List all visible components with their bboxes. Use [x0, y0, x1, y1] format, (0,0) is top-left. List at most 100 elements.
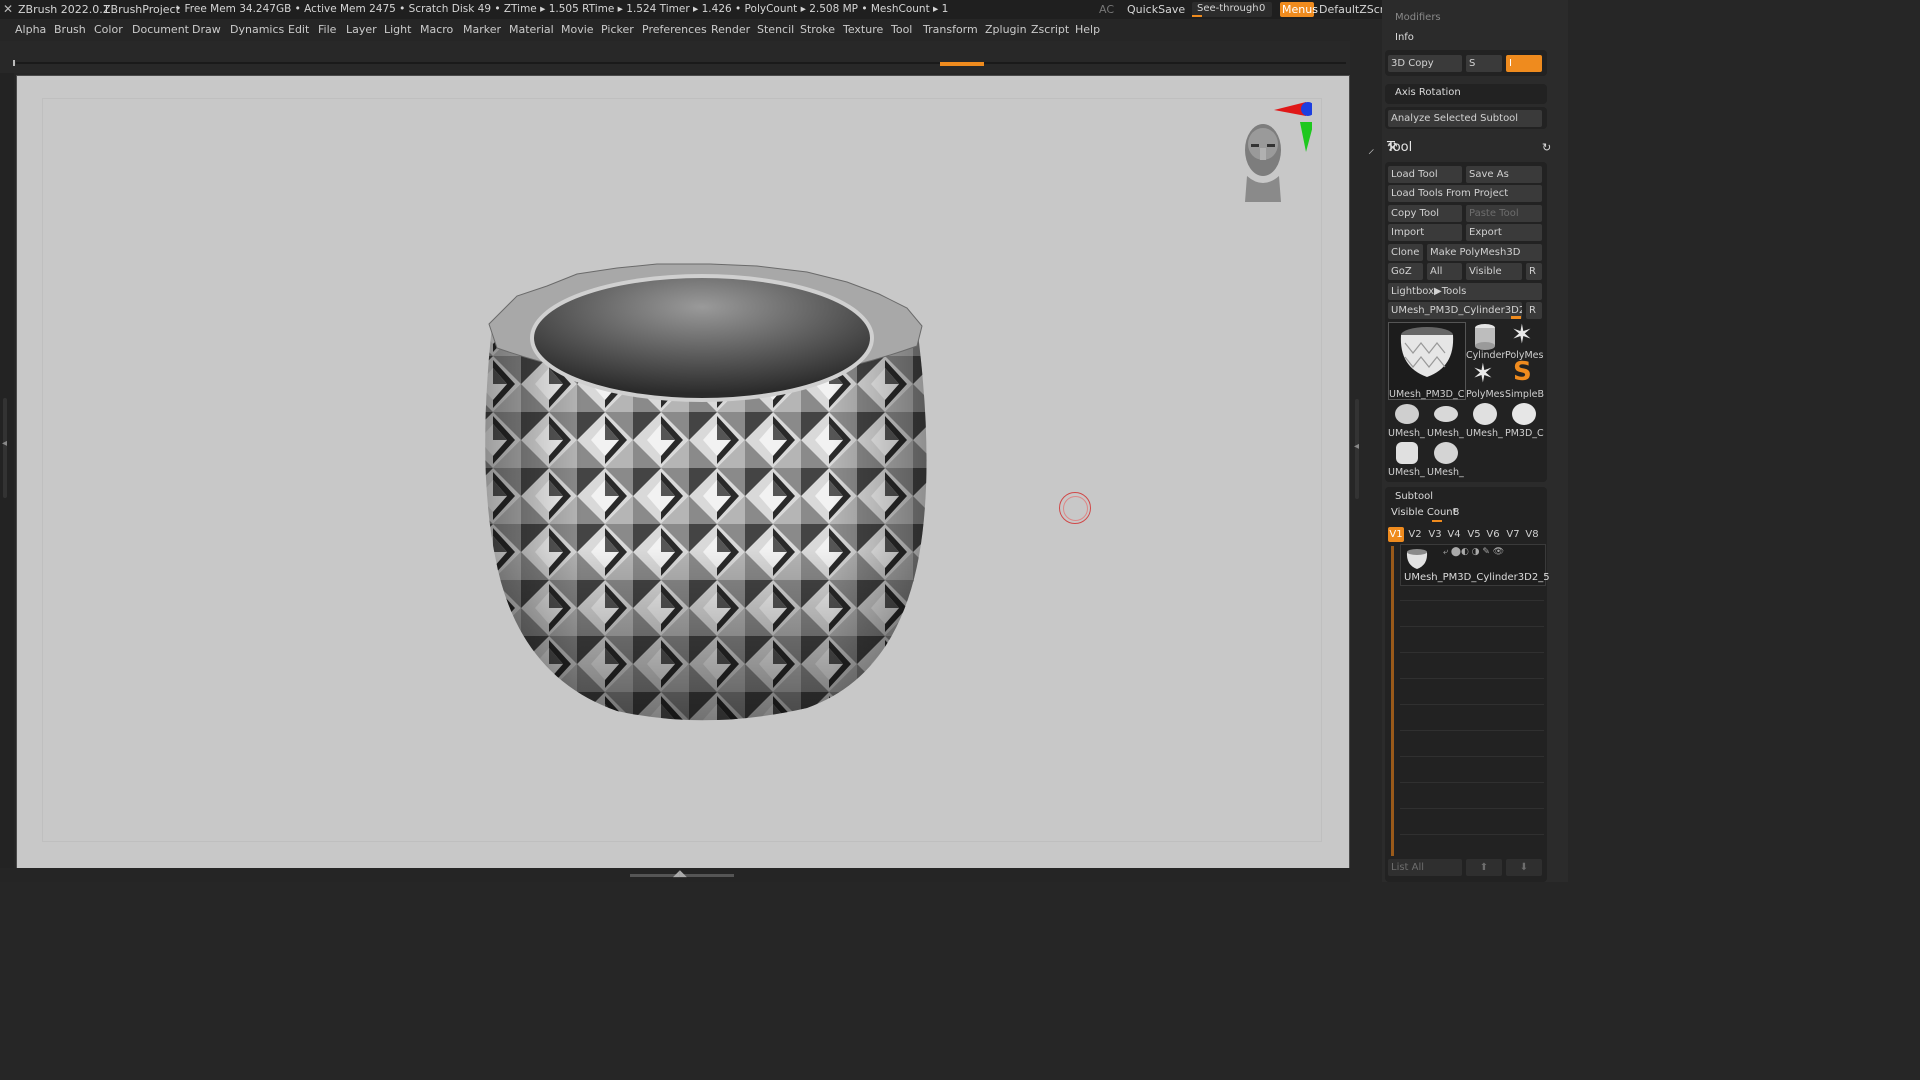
move-down-icon[interactable]: ⬇	[1506, 859, 1542, 876]
menu-edit[interactable]: Edit	[288, 23, 309, 36]
goz-visible-button[interactable]: Visible	[1466, 263, 1522, 280]
menu-brush[interactable]: Brush	[54, 23, 86, 36]
menu-movie[interactable]: Movie	[561, 23, 594, 36]
info-header[interactable]: Info	[1395, 32, 1414, 43]
tool-thumb-simpleb[interactable]: S SimpleB	[1505, 357, 1544, 400]
tool-thumb-umesh-2-label: UMesh_	[1427, 428, 1464, 439]
refresh-icon[interactable]: ↻	[1542, 141, 1551, 154]
visibility-set-v5[interactable]: V5	[1466, 527, 1482, 542]
subtool-divider	[1400, 626, 1544, 627]
menus-toggle[interactable]: Menus	[1280, 2, 1318, 17]
menu-macro[interactable]: Macro	[420, 23, 453, 36]
menu-transform[interactable]: Transform	[923, 23, 978, 36]
menu-marker[interactable]: Marker	[463, 23, 501, 36]
s-button[interactable]: S	[1466, 55, 1502, 72]
visibility-set-v7[interactable]: V7	[1505, 527, 1521, 542]
subtool-list-item[interactable]: ⤶ ⬤◐ ◑ ✎ 👁 UMesh_PM3D_Cylinder3D2_5	[1400, 544, 1550, 586]
tool-thumb-polymesh-1[interactable]: ✶ PolyMes	[1505, 320, 1543, 361]
zbrush-logo-icon: ✕	[3, 2, 14, 16]
import-button[interactable]: Import	[1388, 224, 1462, 241]
menu-stroke[interactable]: Stroke	[800, 23, 835, 36]
ac-toggle[interactable]: AC	[1099, 3, 1114, 16]
menu-zplugin[interactable]: Zplugin	[985, 23, 1027, 36]
visibility-set-v6[interactable]: V6	[1485, 527, 1501, 542]
tool-title[interactable]: Tool	[1387, 140, 1412, 155]
load-from-project-button[interactable]: Load Tools From Project	[1388, 185, 1542, 202]
current-tool-r-button[interactable]: R	[1526, 302, 1542, 319]
quicksave-button[interactable]: QuickSave	[1127, 3, 1185, 16]
goz-r-button[interactable]: R	[1526, 263, 1542, 280]
i-button[interactable]: I	[1506, 55, 1542, 72]
lightbox-tools-button[interactable]: Lightbox▶Tools	[1388, 283, 1542, 300]
pot-thumb-icon	[1400, 327, 1454, 377]
menu-help[interactable]: Help	[1075, 23, 1100, 36]
tool-thumb-main[interactable]: UMesh_PM3D_C	[1388, 322, 1466, 400]
visibility-set-v1[interactable]: V1	[1388, 527, 1404, 542]
memory-stats: • Free Mem 34.247GB • Active Mem 2475 • …	[175, 3, 949, 15]
tool-thumb-umesh-5[interactable]: UMesh_	[1427, 439, 1465, 478]
menu-document[interactable]: Document	[132, 23, 189, 36]
subtool-divider	[1400, 730, 1544, 731]
tool-thumb-polymesh-2[interactable]: ✶ PolyMes	[1466, 359, 1504, 400]
current-tool-selector[interactable]: UMesh_PM3D_Cylinder3D2_5	[1388, 302, 1522, 319]
modifiers-header[interactable]: Modifiers	[1395, 12, 1441, 23]
visibility-set-v4[interactable]: V4	[1446, 527, 1462, 542]
export-button[interactable]: Export	[1466, 224, 1542, 241]
left-collapse-icon[interactable]: ◂	[2, 438, 7, 449]
make-polymesh-button[interactable]: Make PolyMesh3D	[1427, 244, 1542, 261]
goz-button[interactable]: GoZ	[1388, 263, 1423, 280]
clone-button[interactable]: Clone	[1388, 244, 1423, 261]
subtool-header[interactable]: Subtool	[1395, 491, 1433, 502]
menu-stencil[interactable]: Stencil	[757, 23, 794, 36]
document-frame	[42, 98, 1322, 842]
analyze-subtool-button[interactable]: Analyze Selected Subtool	[1388, 110, 1542, 127]
shelf-marker	[13, 60, 15, 66]
paste-tool-button[interactable]: Paste Tool	[1466, 205, 1542, 222]
menu-dynamics[interactable]: Dynamics	[230, 23, 284, 36]
see-through-value: 0	[1259, 3, 1266, 14]
see-through-label: See-through	[1197, 3, 1259, 14]
goz-all-button[interactable]: All	[1427, 263, 1462, 280]
visibility-set-v2[interactable]: V2	[1407, 527, 1423, 542]
tool-thumb-cylinder[interactable]: Cylinder	[1466, 322, 1505, 361]
menu-tool[interactable]: Tool	[891, 23, 912, 36]
copy-tool-button[interactable]: Copy Tool	[1388, 205, 1462, 222]
menu-draw[interactable]: Draw	[192, 23, 221, 36]
menu-file[interactable]: File	[318, 23, 336, 36]
tool-thumb-umesh-4[interactable]: UMesh_	[1388, 439, 1426, 478]
menu-layer[interactable]: Layer	[346, 23, 377, 36]
right-collapse-icon[interactable]: ◂	[1354, 441, 1359, 452]
tool-thumb-umesh-1[interactable]: UMesh_	[1388, 400, 1426, 439]
menu-color[interactable]: Color	[94, 23, 123, 36]
see-through-slider[interactable]: See-through 0	[1192, 2, 1272, 17]
menu-light[interactable]: Light	[384, 23, 411, 36]
menu-texture[interactable]: Texture	[843, 23, 883, 36]
move-up-icon[interactable]: ⬆	[1466, 859, 1502, 876]
axis-rotation-header[interactable]: Axis Rotation	[1395, 87, 1461, 98]
save-as-button[interactable]: Save As	[1466, 166, 1542, 183]
menu-picker[interactable]: Picker	[601, 23, 634, 36]
mesh-thumb-icon	[1395, 404, 1419, 424]
subtool-scrollbar[interactable]	[1391, 546, 1394, 856]
menu-render[interactable]: Render	[711, 23, 750, 36]
tool-thumb-umesh-2[interactable]: UMesh_	[1427, 400, 1465, 439]
menu-material[interactable]: Material	[509, 23, 554, 36]
load-tool-button[interactable]: Load Tool	[1388, 166, 1462, 183]
menu-preferences[interactable]: Preferences	[642, 23, 707, 36]
pin-icon[interactable]: ⸝	[1368, 139, 1375, 157]
list-all-button[interactable]: List All	[1388, 859, 1462, 876]
visible-count-slider[interactable]: Visible Count 8	[1388, 506, 1542, 522]
tool-thumb-umesh-3-label: UMesh_	[1466, 428, 1503, 439]
tool-thumb-pm3d[interactable]: PM3D_C	[1505, 400, 1544, 439]
app-version: ZBrush 2022.0.1	[18, 3, 110, 16]
visibility-set-v8[interactable]: V8	[1524, 527, 1540, 542]
top-shelf-rule	[16, 62, 1346, 64]
3d-copy-button[interactable]: 3D Copy	[1388, 55, 1462, 72]
menu-alpha[interactable]: Alpha	[15, 23, 46, 36]
visibility-set-v3[interactable]: V3	[1427, 527, 1443, 542]
tool-thumb-umesh-3[interactable]: UMesh_	[1466, 400, 1504, 439]
menu-zscript[interactable]: Zscript	[1031, 23, 1069, 36]
subtool-options-icons[interactable]: ⤶ ⬤◐ ◑ ✎ 👁	[1443, 547, 1504, 557]
subtool-divider	[1400, 834, 1544, 835]
bottom-expand-icon[interactable]: ◢◣	[673, 869, 687, 879]
